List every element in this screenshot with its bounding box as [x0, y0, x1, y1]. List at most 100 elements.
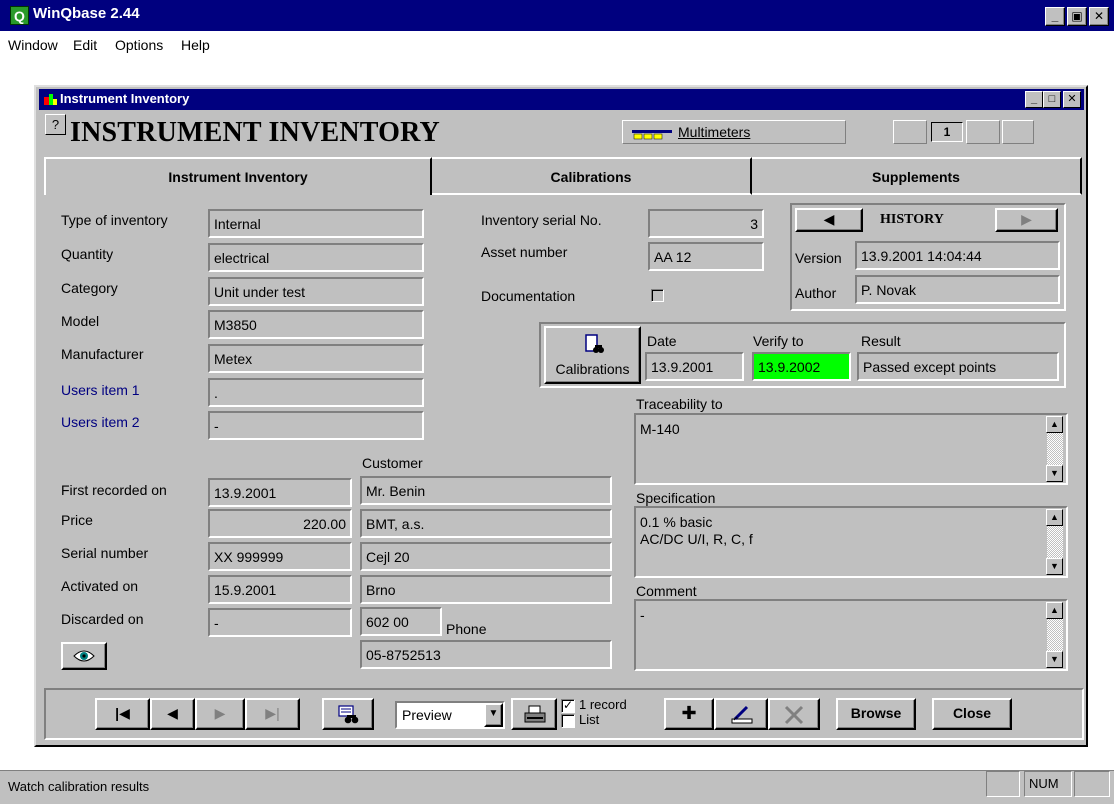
- specification-label: Specification: [636, 490, 716, 506]
- users-item-2-label: Users item 2: [61, 414, 140, 430]
- manufacturer-field[interactable]: Metex: [208, 344, 424, 373]
- print-button[interactable]: [511, 698, 557, 730]
- verify-to-label: Verify to: [753, 333, 804, 349]
- menu-options[interactable]: Options: [115, 37, 163, 53]
- view-button[interactable]: [61, 642, 107, 670]
- documentation-label: Documentation: [481, 288, 576, 304]
- traceability-memo[interactable]: M-140: [634, 413, 1068, 485]
- inventory-serial-label: Inventory serial No.: [481, 212, 602, 228]
- first-record-button[interactable]: |◀: [95, 698, 150, 730]
- previous-record-button[interactable]: ◀: [150, 698, 195, 730]
- customer-city-field[interactable]: Brno: [360, 575, 612, 604]
- comment-memo[interactable]: -: [634, 599, 1068, 671]
- calibrations-button[interactable]: Calibrations: [544, 326, 641, 384]
- record-next-small-button[interactable]: [966, 120, 1000, 144]
- help-button[interactable]: ?: [45, 114, 66, 135]
- history-next-button[interactable]: ▶: [995, 208, 1058, 232]
- category-field[interactable]: Unit under test: [208, 277, 424, 306]
- one-record-label: 1 record: [579, 697, 627, 712]
- edit-record-button[interactable]: [714, 698, 768, 730]
- model-field[interactable]: M3850: [208, 310, 424, 339]
- tab-calibrations[interactable]: Calibrations: [432, 157, 752, 195]
- discarded-on-field[interactable]: -: [208, 608, 352, 637]
- comment-scroll-down[interactable]: ▼: [1046, 651, 1063, 668]
- close-app-button[interactable]: ✕: [1089, 7, 1109, 26]
- first-recorded-field[interactable]: 13.9.2001: [208, 478, 352, 507]
- specification-scroll-up[interactable]: ▲: [1046, 509, 1063, 526]
- calibration-date-field[interactable]: 13.9.2001: [645, 352, 744, 381]
- list-checkbox[interactable]: [561, 714, 575, 728]
- app-logo-icon: Q: [10, 6, 29, 25]
- phone-field[interactable]: 05-8752513: [360, 640, 612, 669]
- status-text: Watch calibration results: [8, 779, 150, 794]
- customer-zip-field[interactable]: 602 00: [360, 607, 442, 636]
- find-binoculars-icon: [338, 705, 359, 724]
- customer-label: Customer: [362, 455, 423, 471]
- delete-record-button[interactable]: [768, 698, 820, 730]
- record-counter: 1: [931, 122, 963, 142]
- find-button[interactable]: [322, 698, 374, 730]
- phone-label: Phone: [446, 621, 487, 637]
- users-item-1-field[interactable]: .: [208, 378, 424, 407]
- window-minimize-button[interactable]: _: [1025, 91, 1043, 108]
- category-label: Category: [61, 280, 118, 296]
- price-field[interactable]: 220.00: [208, 509, 352, 538]
- one-record-checkbox[interactable]: ✓: [561, 699, 575, 713]
- traceability-scroll-up[interactable]: ▲: [1046, 416, 1063, 433]
- author-field[interactable]: P. Novak: [855, 275, 1060, 304]
- type-of-inventory-field[interactable]: Internal: [208, 209, 424, 238]
- quantity-field[interactable]: electrical: [208, 243, 424, 272]
- window-close-button[interactable]: ✕: [1063, 91, 1081, 108]
- output-dropdown-button[interactable]: ▼: [484, 703, 503, 727]
- window-title-bar[interactable]: [39, 89, 1084, 110]
- asset-number-field[interactable]: AA 12: [648, 242, 764, 271]
- tab-instrument-inventory[interactable]: Instrument Inventory: [44, 157, 432, 195]
- result-label: Result: [861, 333, 901, 349]
- window-maximize-button[interactable]: □: [1043, 91, 1061, 108]
- status-bar: [0, 770, 1114, 804]
- record-prev-small-button[interactable]: [893, 120, 927, 144]
- version-field[interactable]: 13.9.2001 14:04:44: [855, 241, 1060, 270]
- add-record-button[interactable]: ✚: [664, 698, 714, 730]
- first-recorded-label: First recorded on: [61, 482, 167, 498]
- serial-number-label: Serial number: [61, 545, 149, 561]
- tab-supplements[interactable]: Supplements: [752, 157, 1082, 195]
- activated-on-field[interactable]: 15.9.2001: [208, 575, 352, 604]
- users-item-2-field[interactable]: -: [208, 411, 424, 440]
- menu-window[interactable]: Window: [8, 37, 58, 53]
- last-record-button[interactable]: ▶|: [245, 698, 300, 730]
- customer-name-field[interactable]: Mr. Benin: [360, 476, 612, 505]
- app-title: WinQbase 2.44: [33, 5, 140, 22]
- customer-street-field[interactable]: Cejl 20: [360, 542, 612, 571]
- documentation-checkbox[interactable]: [651, 289, 664, 302]
- activated-on-label: Activated on: [61, 578, 139, 594]
- page-title: INSTRUMENT INVENTORY: [70, 117, 440, 148]
- next-record-button[interactable]: ▶: [195, 698, 245, 730]
- history-title: HISTORY: [880, 212, 944, 227]
- inventory-serial-field[interactable]: 3: [648, 209, 764, 238]
- inventory-window-icon: [44, 94, 57, 105]
- manufacturer-label: Manufacturer: [61, 346, 144, 362]
- result-field[interactable]: Passed except points: [857, 352, 1059, 381]
- specification-scroll-down[interactable]: ▼: [1046, 558, 1063, 575]
- calibrations-button-label: Calibrations: [555, 361, 630, 377]
- minimize-button[interactable]: _: [1045, 7, 1065, 26]
- browse-button[interactable]: Browse: [836, 698, 916, 730]
- window-title: Instrument Inventory: [60, 91, 190, 106]
- specification-memo[interactable]: 0.1 % basic AC/DC U/I, R, C, f: [634, 506, 1068, 578]
- menu-help[interactable]: Help: [181, 37, 210, 53]
- comment-label: Comment: [636, 583, 697, 599]
- type-of-inventory-label: Type of inventory: [61, 212, 168, 228]
- serial-number-field[interactable]: XX 999999: [208, 542, 352, 571]
- verify-to-field[interactable]: 13.9.2002: [752, 352, 851, 381]
- record-extra-button[interactable]: [1002, 120, 1034, 144]
- group-label[interactable]: Multimeters: [678, 124, 750, 140]
- traceability-scroll-down[interactable]: ▼: [1046, 465, 1063, 482]
- menu-edit[interactable]: Edit: [73, 37, 97, 53]
- customer-company-field[interactable]: BMT, a.s.: [360, 509, 612, 538]
- history-prev-button[interactable]: ◀: [795, 208, 863, 232]
- restore-button[interactable]: ▣: [1067, 7, 1087, 26]
- close-button[interactable]: Close: [932, 698, 1012, 730]
- app-title-bar[interactable]: [0, 0, 1114, 31]
- comment-scroll-up[interactable]: ▲: [1046, 602, 1063, 619]
